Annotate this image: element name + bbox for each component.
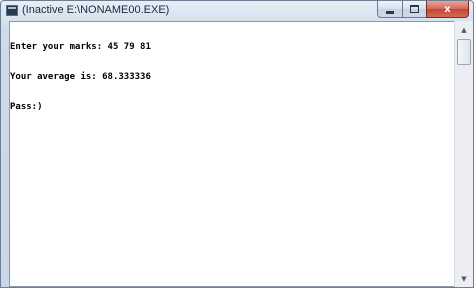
console-line: Your average is: 68.333336 — [10, 72, 151, 82]
close-icon: x — [444, 3, 451, 15]
scrollbar-thumb[interactable] — [457, 39, 471, 65]
scroll-down-button[interactable]: ▼ — [456, 270, 472, 287]
minimize-button[interactable] — [377, 1, 402, 18]
console-line: Enter your marks: 45 79 81 — [10, 42, 151, 52]
minimize-icon — [386, 10, 394, 14]
console-window: (Inactive E:\NONAME00.EXE) x Enter your … — [0, 0, 474, 288]
close-button[interactable]: x — [426, 1, 469, 18]
arrow-up-icon: ▲ — [461, 25, 467, 34]
maximize-icon — [410, 5, 419, 13]
caption-buttons: x — [377, 1, 469, 18]
console-line: Pass:) — [10, 102, 43, 112]
console-app-icon[interactable] — [6, 5, 18, 16]
maximize-button[interactable] — [402, 1, 426, 18]
console-text: Enter your marks: 45 79 81 Your average … — [10, 22, 151, 132]
window-title: (Inactive E:\NONAME00.EXE) — [22, 4, 170, 16]
console-output-area[interactable]: Enter your marks: 45 79 81 Your average … — [9, 21, 455, 287]
vertical-scrollbar[interactable]: ▲ ▼ — [454, 21, 473, 287]
arrow-down-icon: ▼ — [461, 274, 467, 283]
scroll-up-button[interactable]: ▲ — [456, 21, 472, 38]
